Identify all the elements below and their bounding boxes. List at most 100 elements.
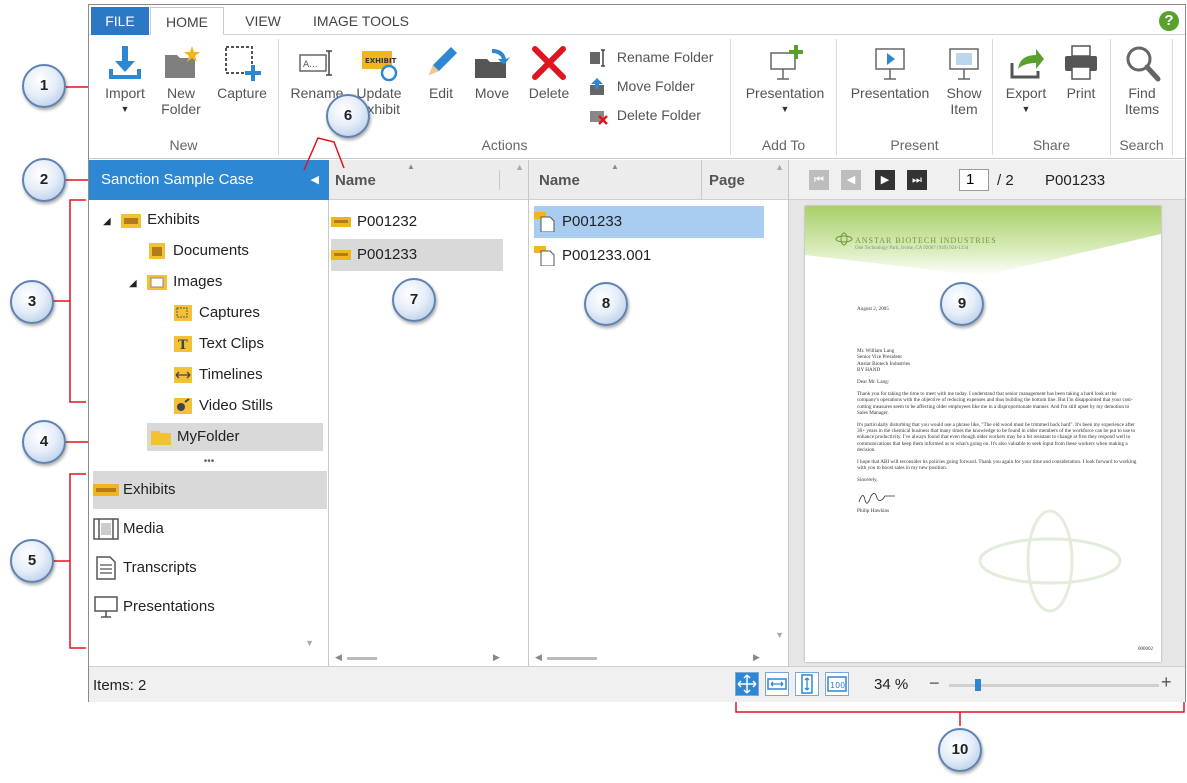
callout-bracket-10 [735, 702, 1185, 726]
scrollbar-thumb[interactable] [347, 657, 377, 660]
horizontal-scrollbar[interactable]: ◀ ▶ [329, 650, 528, 666]
move-folder-small-icon [590, 78, 604, 96]
tree-item-text-clips[interactable]: T Text Clips [173, 330, 264, 358]
capture-button[interactable]: Capture [211, 43, 273, 101]
tab-home[interactable]: HOME [150, 7, 224, 35]
scroll-right-icon[interactable]: ▶ [753, 652, 760, 663]
svg-text:T: T [178, 338, 188, 352]
nav-item-presentations[interactable]: Presentations [93, 588, 327, 626]
column-divider[interactable] [499, 170, 500, 190]
move-button[interactable]: Move [467, 43, 517, 101]
group-add-to-label: Add To [761, 137, 806, 153]
tree-item-myfolder[interactable]: MyFolder [147, 423, 323, 451]
panel-splitter[interactable]: ••• [89, 457, 329, 467]
export-button[interactable]: Export ▼ [999, 43, 1053, 117]
first-page-icon[interactable]: ⏮ [809, 170, 829, 190]
fit-height-button[interactable] [795, 672, 819, 696]
horizontal-scrollbar[interactable]: ◀ ▶ [529, 650, 788, 666]
exhibit-icon [331, 250, 351, 261]
list-item-selected[interactable]: P001233 [331, 239, 503, 271]
previous-page-icon[interactable]: ◀ [841, 170, 861, 190]
column-divider[interactable] [701, 160, 702, 200]
callout-4: 4 [22, 420, 66, 464]
column-header-name[interactable]: Name [539, 172, 580, 189]
delete-folder-button[interactable]: Delete Folder [589, 103, 701, 127]
nav-item-media[interactable]: Media [93, 510, 327, 548]
exhibit-folder-icon [121, 214, 142, 229]
callout-10: 10 [938, 728, 982, 772]
letter-date: August 2, 2005 [857, 306, 889, 312]
company-name: ANSTAR BIOTECH INDUSTRIES [855, 236, 997, 245]
tree-item-images[interactable]: ◢ Images [129, 268, 222, 296]
print-label: Print [1066, 85, 1096, 101]
export-icon [1010, 49, 1044, 79]
zoom-in-button[interactable]: + [1161, 672, 1172, 693]
tree-item-documents[interactable]: Documents [147, 237, 249, 265]
show-item-button[interactable]: Show Item [941, 43, 987, 117]
tab-view[interactable]: VIEW [229, 7, 297, 35]
group-present-label: Present [890, 137, 939, 153]
fit-page-button[interactable] [735, 672, 759, 696]
import-button[interactable]: Import ▼ [97, 43, 153, 117]
print-button[interactable]: Print [1057, 43, 1105, 101]
column-header-page[interactable]: Page [709, 172, 745, 189]
tree-item-timelines[interactable]: Timelines [173, 361, 263, 389]
new-folder-button[interactable]: New Folder [155, 43, 207, 117]
last-page-icon[interactable]: ⏭ [907, 170, 927, 190]
scroll-right-icon[interactable]: ▶ [493, 652, 500, 663]
document-page[interactable]: ANSTAR BIOTECH INDUSTRIES One Technology… [805, 206, 1161, 662]
help-icon[interactable]: ? [1159, 11, 1179, 31]
rename-folder-button[interactable]: Rename Folder [589, 45, 713, 69]
nav-item-transcripts[interactable]: Transcripts [93, 549, 327, 587]
tree-item-video-stills[interactable]: Video Stills [173, 392, 273, 420]
edit-button[interactable]: Edit [419, 43, 463, 101]
exhibit-badge-text: EXHIBIT [365, 57, 397, 65]
list-item[interactable]: P001232 [331, 206, 503, 238]
tree-item-captures[interactable]: Captures [173, 299, 260, 327]
zoom-slider-thumb[interactable] [975, 679, 982, 691]
page-number-input[interactable]: 1 [959, 169, 989, 191]
scroll-up-icon[interactable]: ▲ [515, 162, 524, 172]
tab-image-tools[interactable]: IMAGE TOOLS [301, 7, 421, 35]
case-header[interactable]: Sanction Sample Case ◀ [89, 160, 329, 200]
letter-salutation: Dear Mr. Lang: [857, 379, 890, 386]
scroll-left-icon[interactable]: ◀ [535, 652, 542, 663]
fit-width-button[interactable] [765, 672, 789, 696]
actual-size-icon: 100 [827, 676, 847, 692]
expand-arrow-icon[interactable]: ◢ [103, 208, 117, 236]
group-search-label: Search [1119, 137, 1164, 153]
find-items-button[interactable]: Find Items [1117, 43, 1167, 117]
pages-list: ▲ Name Page P001233 P001233.001 ▲ ▼ ◀ ▶ [529, 160, 789, 666]
list-item[interactable]: P001233.001 [534, 240, 764, 272]
presentation-button[interactable]: Presentation [843, 43, 937, 101]
column-header-name[interactable]: Name [335, 172, 376, 189]
letter-paragraph: Thank you for taking the time to meet wi… [857, 391, 1133, 416]
scroll-down-icon[interactable]: ▼ [305, 638, 314, 648]
rename-button[interactable]: A... Rename [287, 43, 347, 101]
scrollbar-thumb[interactable] [547, 657, 597, 660]
nav-item-exhibits[interactable]: Exhibits [93, 471, 327, 509]
images-folder-icon [147, 275, 168, 291]
group-new-label: New [169, 137, 198, 153]
page-bates-number: 000002 [1138, 647, 1153, 652]
tree-item-exhibits[interactable]: ◢ Exhibits [103, 206, 200, 234]
letter-paragraph: It's particularly disturbing that you wo… [857, 422, 1136, 453]
actual-size-button[interactable]: 100 [825, 672, 849, 696]
list-item-selected[interactable]: P001233 [534, 206, 764, 238]
expand-arrow-icon[interactable]: ◢ [129, 270, 143, 298]
scroll-down-icon[interactable]: ▼ [775, 630, 784, 640]
add-to-presentation-button[interactable]: Presentation ▼ [737, 43, 833, 117]
nav-label-exhibits: Exhibits [123, 481, 176, 498]
pages-list-header: ▲ Name Page [529, 160, 788, 200]
scroll-left-icon[interactable]: ◀ [335, 652, 342, 663]
move-folder-icon [475, 49, 510, 78]
move-folder-button[interactable]: Move Folder [589, 74, 695, 98]
scroll-up-icon[interactable]: ▲ [775, 162, 784, 172]
collapse-left-icon[interactable]: ◀ [311, 160, 319, 200]
company-logo-icon [835, 232, 853, 246]
tab-file[interactable]: FILE [91, 7, 149, 35]
delete-button[interactable]: Delete [521, 43, 577, 101]
group-new: Import ▼ New Folder Capture New [89, 39, 279, 155]
zoom-out-button[interactable]: − [929, 673, 940, 694]
next-page-icon[interactable]: ▶ [875, 170, 895, 190]
